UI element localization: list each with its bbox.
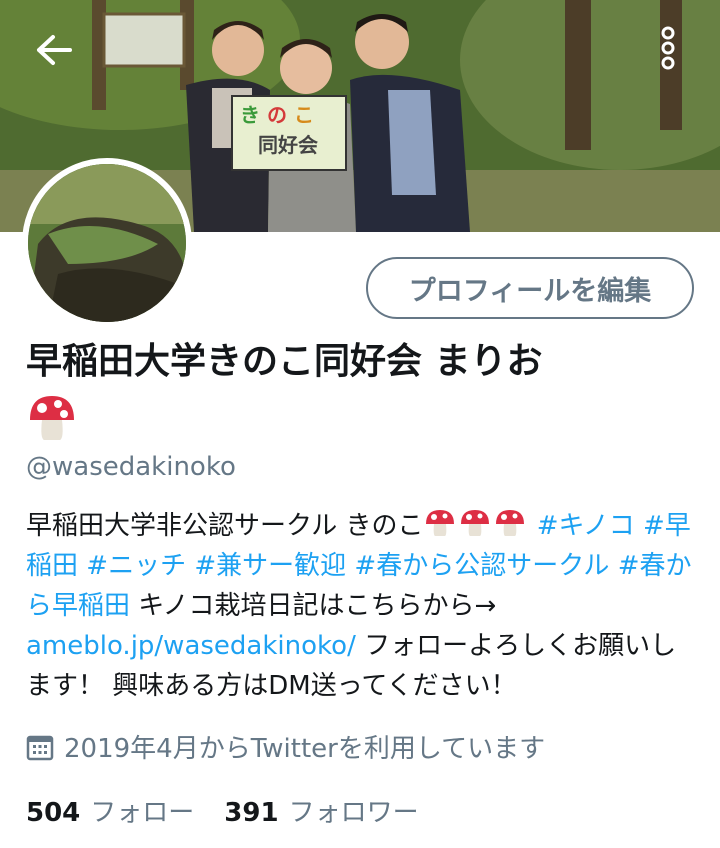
hashtag-link[interactable]: #ニッチ bbox=[86, 551, 186, 581]
joined-date: 2019年4月からTwitterを利用しています bbox=[26, 728, 545, 765]
more-vertical-icon bbox=[661, 26, 675, 70]
arrow-left-icon bbox=[37, 35, 72, 65]
more-options-button[interactable] bbox=[646, 20, 690, 76]
calendar-icon bbox=[26, 735, 54, 760]
followers-count: 391 bbox=[224, 798, 279, 828]
hashtag-link[interactable]: #キノコ bbox=[537, 511, 635, 541]
profile-bio: 早稲田大学非公認サークル きのこ #キノコ #早稲田 #ニッチ #兼サー歓迎 #… bbox=[26, 506, 701, 706]
followers-link[interactable]: 391 フォロワー bbox=[224, 792, 418, 829]
follow-stats: 504 フォロー 391 フォロワー bbox=[26, 792, 449, 829]
bio-external-link[interactable]: ameblo.jp/wasedakinoko/ bbox=[26, 631, 356, 661]
banner-sign-char-1: き bbox=[240, 103, 260, 127]
joined-date-text: 2019年4月からTwitterを利用しています bbox=[64, 734, 546, 764]
hashtag-link[interactable]: #兼サー歓迎 bbox=[194, 551, 346, 581]
followers-label: フォロワー bbox=[288, 798, 419, 828]
mushroom-icon bbox=[425, 510, 454, 536]
bio-text-1: 早稲田大学非公認サークル きのこ bbox=[26, 511, 424, 541]
edit-profile-button[interactable]: プロフィールを編集 bbox=[366, 257, 694, 319]
banner-sign-line-2: 同好会 bbox=[258, 133, 318, 157]
avatar[interactable] bbox=[22, 158, 192, 328]
following-label: フォロー bbox=[90, 798, 195, 828]
mushroom-icon bbox=[30, 396, 74, 440]
user-handle: @wasedakinoko bbox=[26, 452, 236, 482]
back-button[interactable] bbox=[26, 24, 82, 76]
banner-sign-char-2: の bbox=[266, 103, 287, 127]
following-count: 504 bbox=[26, 798, 81, 828]
following-link[interactable]: 504 フォロー bbox=[26, 792, 194, 829]
mushroom-icon bbox=[460, 510, 489, 536]
avatar-photo bbox=[28, 164, 186, 322]
bio-text-2: キノコ栽培日記はこちらから→ bbox=[138, 591, 497, 621]
mushroom-icon bbox=[495, 510, 524, 536]
banner-sign: き の こ 同好会 bbox=[240, 100, 340, 160]
display-name: 早稲田大学きのこ同好会 まりお bbox=[26, 341, 543, 382]
hashtag-link[interactable]: #春から公認サークル bbox=[354, 551, 609, 581]
banner-sign-char-3: こ bbox=[293, 103, 314, 127]
